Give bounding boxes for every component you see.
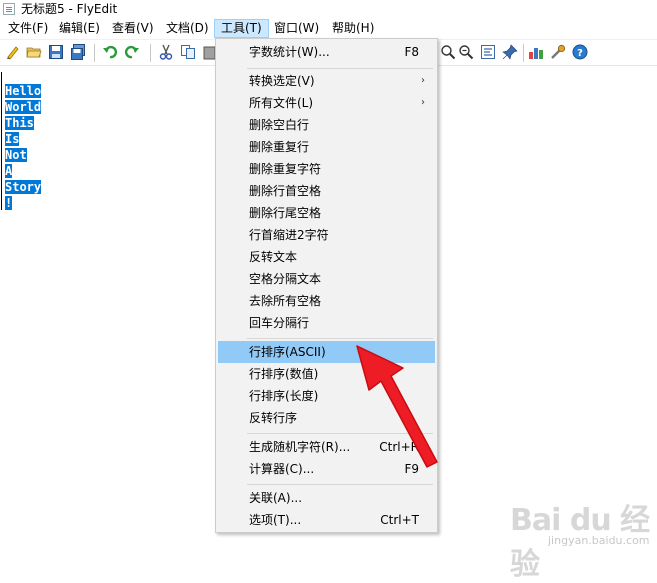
menu-bar: 文件(F) 编辑(E) 查看(V) 文档(D) 工具(T) 窗口(W) 帮助(H… [0, 19, 657, 39]
submenu-arrow-icon: › [421, 97, 425, 108]
text-line: A [5, 164, 13, 178]
menu-item-associate[interactable]: 关联(A)... [218, 487, 435, 509]
menu-item-space-separate-text[interactable]: 空格分隔文本 [218, 268, 435, 290]
menu-item-indent-2-chars[interactable]: 行首缩进2字符 [218, 224, 435, 246]
baidu-watermark-logo: Bai du 经验 jingyan.baidu.com [510, 495, 650, 582]
toolbar-separator [94, 44, 95, 62]
tools-icon[interactable] [550, 44, 566, 60]
wrap-icon[interactable] [480, 44, 496, 60]
menu-file[interactable]: 文件(F) [2, 19, 54, 38]
help-icon[interactable]: ? [572, 44, 588, 60]
zoom-in-icon[interactable] [440, 44, 456, 60]
menu-item-all-files[interactable]: 所有文件(L) › [218, 92, 435, 114]
toolbar-separator [523, 44, 524, 62]
menu-item-convert-selection[interactable]: 转换选定(V) › [218, 70, 435, 92]
text-line: Not [5, 148, 27, 162]
text-line: World [5, 100, 42, 114]
text-line: Hello [5, 84, 42, 98]
copy-icon[interactable] [180, 44, 196, 60]
submenu-arrow-icon: › [421, 75, 425, 86]
menu-window[interactable]: 窗口(W) [268, 19, 325, 38]
menu-separator [247, 484, 433, 485]
save-icon[interactable] [48, 44, 64, 60]
text-line: Story [5, 180, 42, 194]
watermark-subtext: jingyan.baidu.com [548, 534, 650, 547]
redo-icon[interactable] [124, 44, 140, 60]
menu-item-delete-leading-spaces[interactable]: 删除行首空格 [218, 180, 435, 202]
text-line: This [5, 116, 34, 130]
new-file-icon[interactable] [5, 44, 21, 60]
menu-view[interactable]: 查看(V) [106, 19, 160, 38]
open-folder-icon[interactable] [26, 44, 42, 60]
menu-item-delete-blank-lines[interactable]: 删除空白行 [218, 114, 435, 136]
svg-text:?: ? [577, 48, 583, 59]
menu-item-delete-duplicate-chars[interactable]: 删除重复字符 [218, 158, 435, 180]
cut-icon[interactable] [158, 44, 174, 60]
editor-gutter-line [1, 72, 2, 210]
app-document-icon [3, 3, 15, 15]
menu-help[interactable]: 帮助(H) [326, 19, 380, 38]
text-line: Is [5, 132, 20, 146]
undo-icon[interactable] [102, 44, 118, 60]
window-title: 无标题5 - FlyEdit [21, 2, 118, 16]
title-bar: 无标题5 - FlyEdit [0, 0, 657, 19]
pin-icon[interactable] [502, 44, 518, 60]
menu-item-options[interactable]: 选项(T)... Ctrl+T [218, 509, 435, 531]
menu-document[interactable]: 文档(D) [160, 19, 215, 38]
save-all-icon[interactable] [70, 44, 86, 60]
menu-item-reverse-text[interactable]: 反转文本 [218, 246, 435, 268]
stats-chart-icon[interactable] [528, 44, 544, 60]
menu-item-word-count[interactable]: 字数统计(W)... F8 [218, 41, 435, 63]
menu-item-enter-separate-lines[interactable]: 回车分隔行 [218, 312, 435, 334]
menu-tools[interactable]: 工具(T) [214, 19, 269, 38]
menu-item-delete-trailing-spaces[interactable]: 删除行尾空格 [218, 202, 435, 224]
red-arrow-annotation-icon [356, 345, 438, 468]
text-line: ! [5, 196, 13, 210]
menu-item-remove-all-spaces[interactable]: 去除所有空格 [218, 290, 435, 312]
zoom-out-icon[interactable] [458, 44, 474, 60]
toolbar-separator [150, 44, 151, 62]
menu-item-delete-duplicate-lines[interactable]: 删除重复行 [218, 136, 435, 158]
menu-separator [247, 68, 433, 69]
editor-text[interactable]: Hello World This Is Not A Story ! [5, 83, 42, 211]
menu-edit[interactable]: 编辑(E) [53, 19, 106, 38]
menu-separator [247, 338, 433, 339]
